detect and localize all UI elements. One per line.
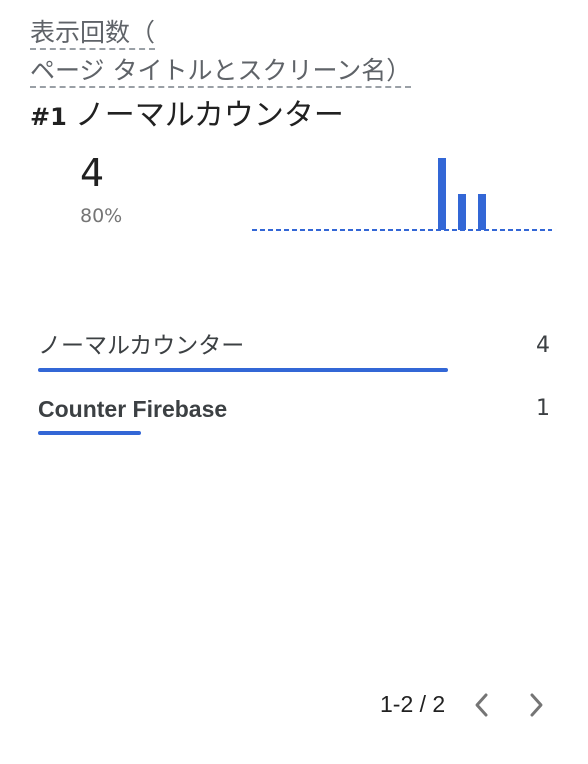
card-title-line2[interactable]: ページ タイトルとスクリーン名）	[30, 56, 412, 88]
card-title-line1[interactable]: 表示回数（	[30, 18, 156, 50]
top-item-percent: 80%	[80, 205, 123, 227]
row-bar	[38, 431, 141, 435]
chevron-left-icon	[475, 693, 488, 717]
table-row[interactable]: Counter Firebase 1	[38, 393, 550, 435]
sparkline-bar	[478, 194, 486, 230]
top-item-name: ノーマルカウンター	[74, 98, 344, 133]
next-page-button[interactable]	[522, 690, 550, 720]
row-label: ノーマルカウンター	[38, 333, 245, 359]
row-value: 4	[536, 333, 550, 358]
top-item-heading: #1 ノーマルカウンター	[30, 95, 344, 138]
sparkline-bar	[438, 158, 446, 230]
row-bar	[38, 368, 448, 372]
rank-badge: #1	[30, 103, 67, 131]
pagination: 1-2 / 2	[380, 686, 560, 726]
page-range-label: 1-2 / 2	[380, 691, 446, 717]
table-row[interactable]: ノーマルカウンター 4	[38, 330, 550, 372]
row-value: 1	[536, 396, 550, 421]
previous-page-button[interactable]	[468, 690, 496, 720]
sparkline-chart	[252, 158, 552, 231]
top-item-value: 4	[80, 151, 105, 195]
card-title[interactable]: 表示回数（ ページ タイトルとスクリーン名）	[30, 14, 550, 90]
chevron-right-icon	[530, 693, 543, 717]
sparkline-bar	[458, 194, 466, 230]
row-label: Counter Firebase	[38, 396, 228, 422]
